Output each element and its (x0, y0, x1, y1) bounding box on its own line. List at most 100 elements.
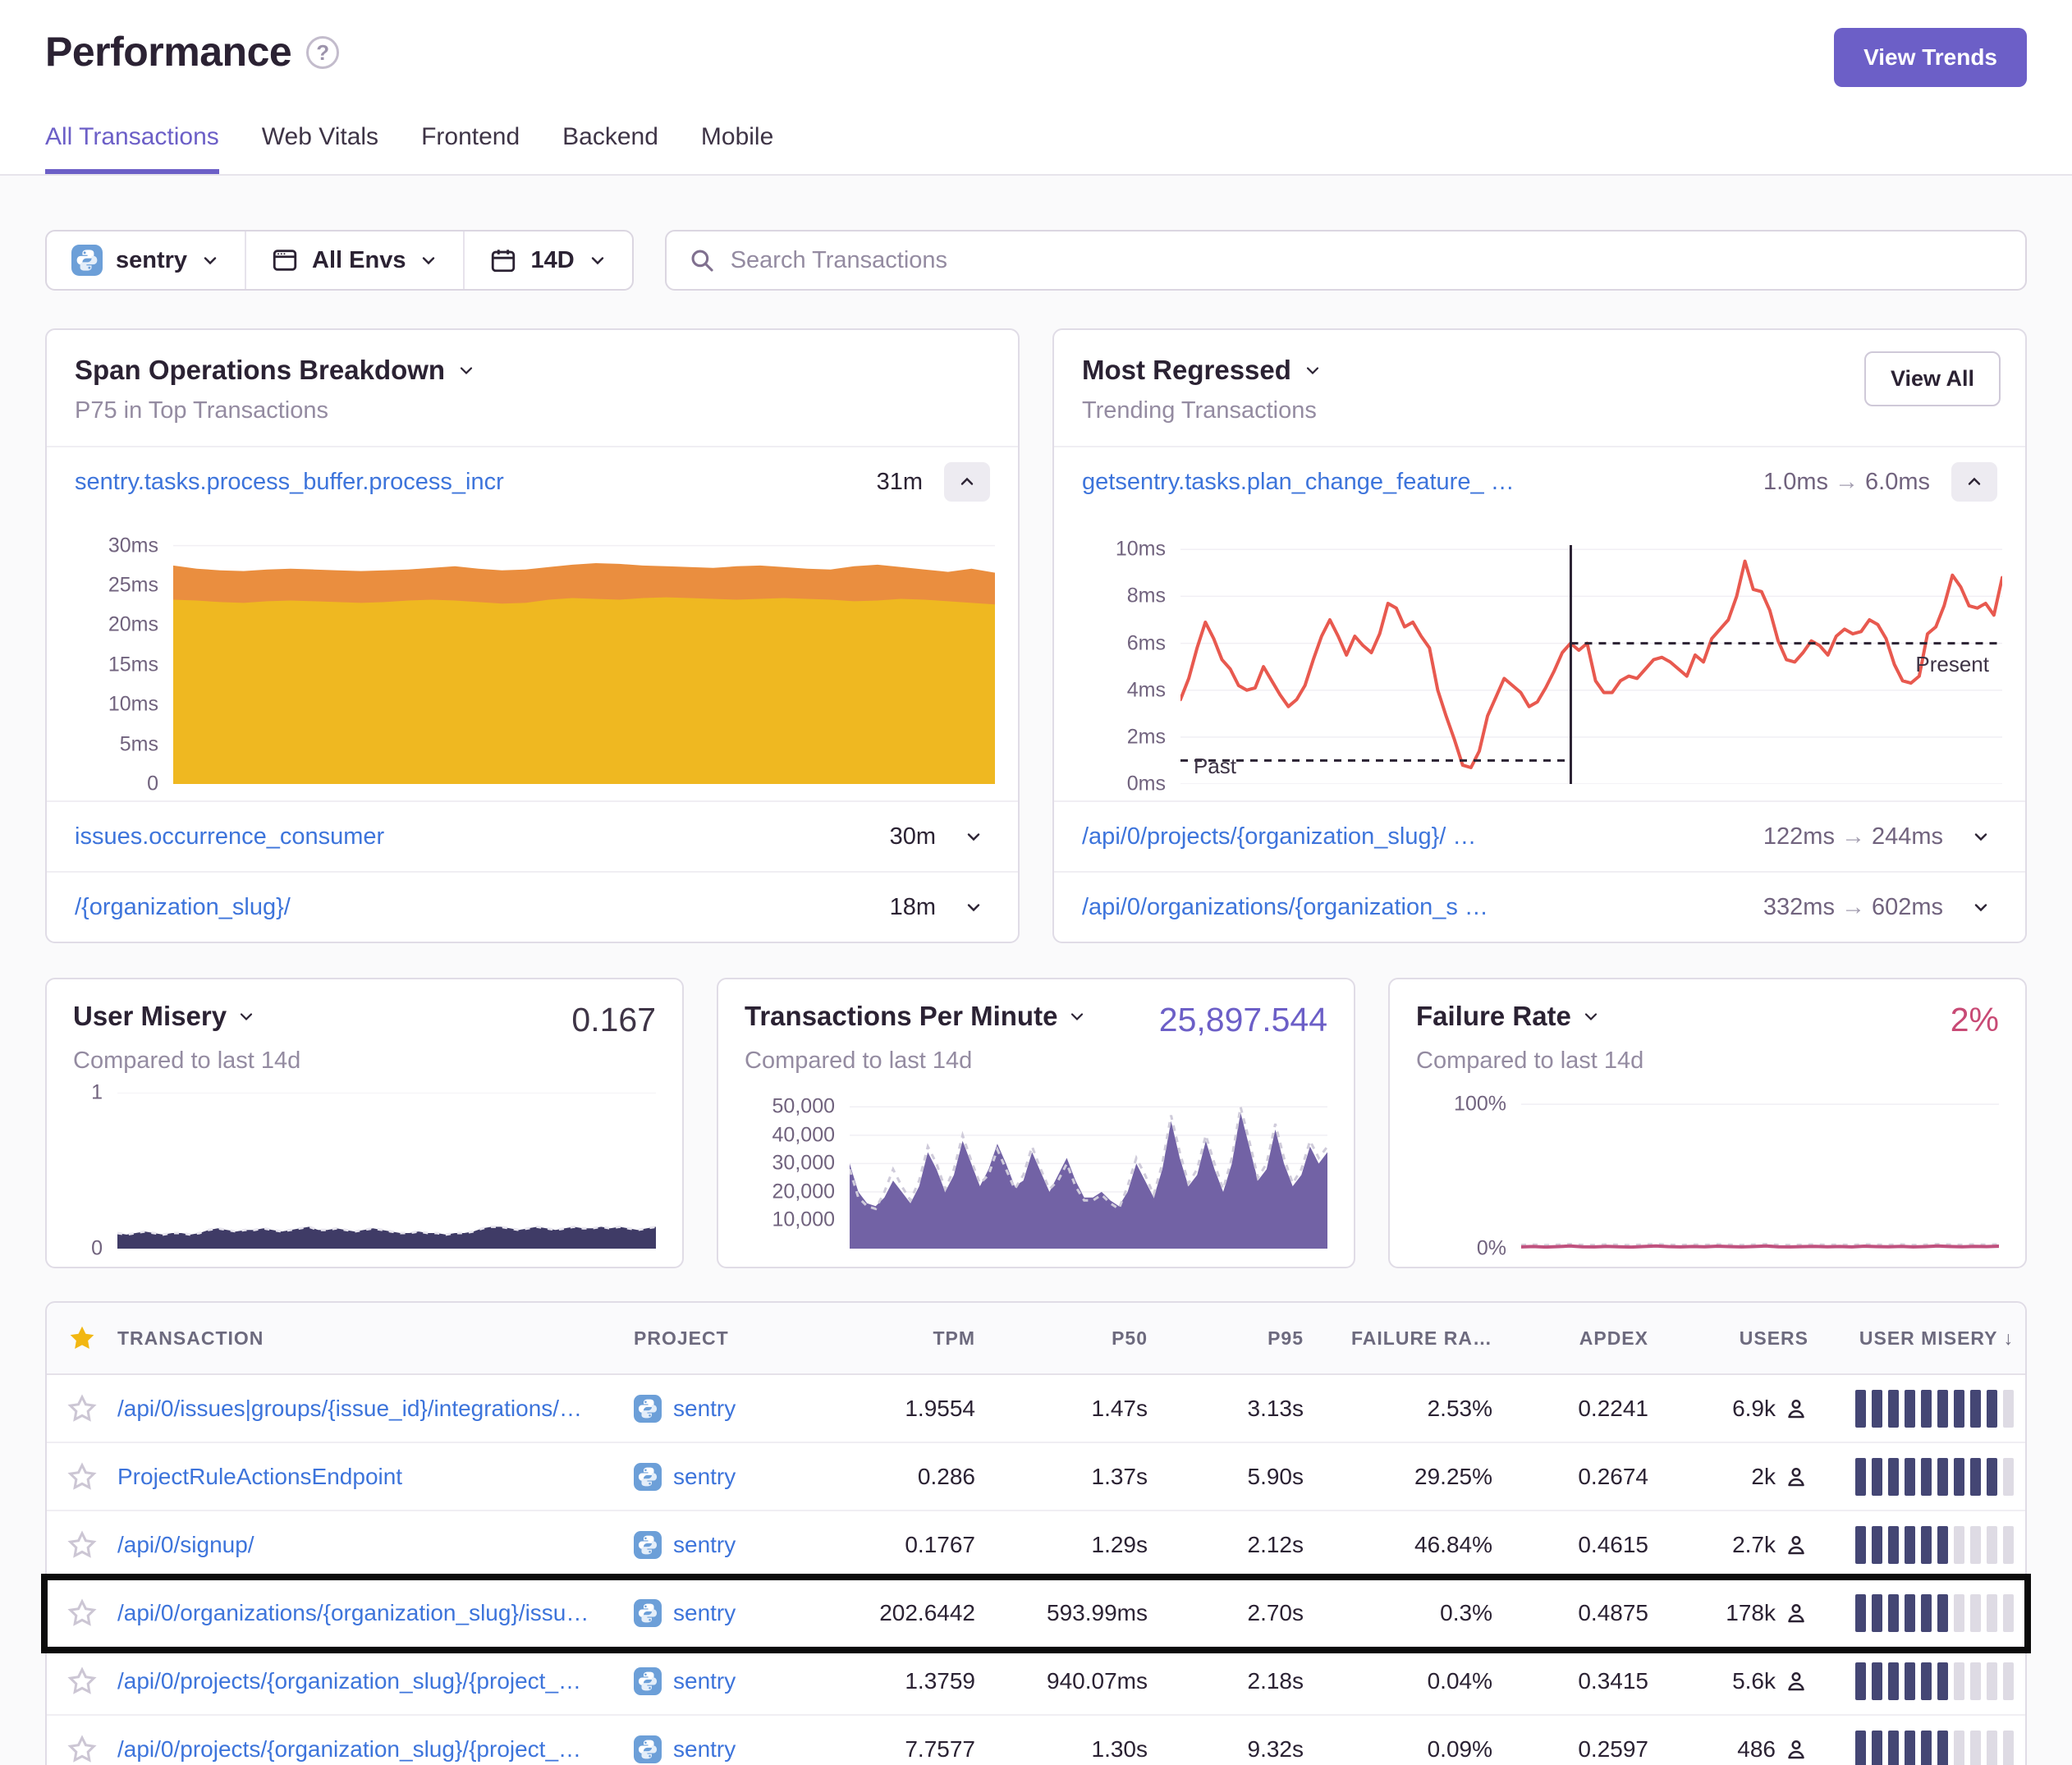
y-axis-labels: 10ms8ms6ms4ms2ms0ms (1059, 538, 1180, 784)
column-header-failure-rate[interactable]: FAILURE RA… (1315, 1327, 1504, 1350)
column-header-apdex[interactable]: APDEX (1504, 1327, 1660, 1350)
user-misery-area-chart[interactable] (117, 1093, 656, 1249)
project-filter[interactable]: sentry (47, 232, 245, 289)
table-row[interactable]: /api/0/projects/{organization_slug}/{pro… (47, 1648, 2025, 1716)
apdex-cell: 0.2241 (1504, 1396, 1660, 1422)
transaction-link[interactable]: /api/0/issues|groups/{issue_id}/integrat… (117, 1396, 582, 1421)
span-op-duration: 30m (890, 823, 936, 850)
y-axis-tick: 10ms (1116, 538, 1166, 562)
most-regressed-title-dropdown[interactable]: Most Regressed (1082, 355, 1997, 386)
regression-chart-area: 10ms8ms6ms4ms2ms0ms PastPresent (1054, 516, 2025, 800)
help-icon[interactable]: ? (306, 36, 339, 69)
span-op-link[interactable]: sentry.tasks.process_buffer.process_incr (75, 469, 857, 496)
favorite-star-icon[interactable] (67, 1462, 97, 1492)
table-row[interactable]: /api/0/signup/ sentry 0.1767 1.29s 2.12s… (47, 1511, 2025, 1579)
favorite-star-icon[interactable] (67, 1394, 97, 1423)
transaction-link[interactable]: /api/0/signup/ (117, 1532, 254, 1557)
tab-frontend[interactable]: Frontend (421, 123, 520, 174)
failure-rate-value: 2% (1951, 1001, 1999, 1039)
transaction-link[interactable]: /api/0/organizations/{organization_slug}… (117, 1600, 589, 1625)
project-link[interactable]: sentry (673, 1464, 736, 1490)
user-icon (1784, 1396, 1808, 1421)
user-icon (1784, 1601, 1808, 1625)
column-header-p95[interactable]: P95 (1159, 1327, 1315, 1350)
users-cell: 2k (1660, 1464, 1820, 1490)
transaction-link[interactable]: ProjectRuleActionsEndpoint (117, 1464, 402, 1489)
failure-rate-cell: 0.09% (1315, 1736, 1504, 1763)
present-label: Present (1915, 652, 1989, 677)
collapse-button[interactable] (1951, 462, 1997, 502)
collapse-button[interactable] (944, 462, 990, 502)
project-link[interactable]: sentry (673, 1396, 736, 1422)
user-misery-meter (1820, 1731, 2025, 1765)
tab-mobile[interactable]: Mobile (701, 123, 773, 174)
user-misery-title-dropdown[interactable]: User Misery (73, 1001, 256, 1032)
span-op-link[interactable]: /{organization_slug}/ (75, 894, 870, 921)
tpm-area-chart[interactable] (850, 1093, 1327, 1249)
date-range-filter[interactable]: 14D (463, 232, 631, 289)
regression-line-chart[interactable]: PastPresent (1180, 538, 2002, 784)
view-all-button[interactable]: View All (1864, 351, 2001, 406)
tab-backend[interactable]: Backend (562, 123, 658, 174)
favorites-star-icon[interactable] (67, 1323, 97, 1353)
expand-button[interactable] (1964, 827, 1997, 846)
column-header-users[interactable]: USERS (1660, 1327, 1820, 1350)
favorite-star-icon[interactable] (67, 1530, 97, 1560)
regressed-item: getsentry.tasks.plan_change_feature_ … 1… (1054, 447, 2025, 516)
environment-filter[interactable]: All Envs (245, 232, 463, 289)
chevron-up-icon (1964, 472, 1984, 492)
view-trends-button[interactable]: View Trends (1834, 28, 2027, 87)
y-axis-tick: 10,000 (772, 1208, 835, 1232)
project-link[interactable]: sentry (673, 1532, 736, 1558)
regressed-transaction-link[interactable]: /api/0/projects/{organization_slug}/ … (1082, 823, 1744, 850)
chevron-down-icon (588, 250, 607, 270)
regressed-transaction-link[interactable]: /api/0/organizations/{organization_s … (1082, 894, 1744, 921)
users-count: 6.9k (1732, 1396, 1776, 1422)
column-header-tpm[interactable]: TPM (823, 1327, 987, 1350)
tab-all-transactions[interactable]: All Transactions (45, 123, 219, 174)
column-header-transaction[interactable]: TRANSACTION (117, 1327, 634, 1350)
failure-rate-title-dropdown[interactable]: Failure Rate (1416, 1001, 1601, 1032)
y-axis-tick: 6ms (1127, 631, 1166, 655)
table-row[interactable]: /api/0/projects/{organization_slug}/{pro… (47, 1716, 2025, 1765)
table-row[interactable]: ProjectRuleActionsEndpoint sentry 0.286 … (47, 1443, 2025, 1511)
search-input[interactable] (731, 247, 2004, 274)
span-operations-title-dropdown[interactable]: Span Operations Breakdown (75, 355, 990, 386)
search-transactions-box[interactable] (665, 230, 2027, 291)
chevron-down-icon (964, 897, 983, 917)
project-link[interactable]: sentry (673, 1668, 736, 1694)
expand-button[interactable] (957, 827, 990, 846)
y-axis-tick: 0 (91, 1237, 103, 1261)
tab-web-vitals[interactable]: Web Vitals (262, 123, 378, 174)
favorite-star-icon[interactable] (67, 1598, 97, 1628)
column-header-user-misery[interactable]: USER MISERY ↓ (1820, 1327, 2025, 1350)
stacked-area-chart[interactable] (173, 538, 995, 784)
favorite-star-icon[interactable] (67, 1735, 97, 1764)
y-axis-tick: 20,000 (772, 1180, 835, 1203)
transaction-link[interactable]: /api/0/projects/{organization_slug}/{pro… (117, 1736, 581, 1762)
failure-rate-cell: 2.53% (1315, 1396, 1504, 1422)
tpm-title-dropdown[interactable]: Transactions Per Minute (745, 1001, 1087, 1032)
table-row[interactable]: /api/0/organizations/{organization_slug}… (47, 1579, 2025, 1648)
favorite-star-icon[interactable] (67, 1666, 97, 1696)
tpm-card: Transactions Per Minute 25,897.544 Compa… (717, 978, 1355, 1268)
regressed-transaction-link[interactable]: getsentry.tasks.plan_change_feature_ … (1082, 469, 1744, 496)
y-axis-tick: 5ms (120, 732, 158, 756)
p50-cell: 1.47s (987, 1396, 1159, 1422)
p50-cell: 940.07ms (987, 1668, 1159, 1694)
column-header-p50[interactable]: P50 (987, 1327, 1159, 1350)
table-row[interactable]: /api/0/issues|groups/{issue_id}/integrat… (47, 1375, 2025, 1443)
user-misery-meter (1820, 1594, 2025, 1632)
failure-rate-line-chart[interactable] (1521, 1093, 1999, 1249)
expand-button[interactable] (957, 897, 990, 917)
trend-arrow-icon: → (1835, 823, 1872, 850)
y-axis-tick: 1 (91, 1081, 103, 1105)
y-axis-labels: 10 (73, 1093, 117, 1249)
column-header-project[interactable]: PROJECT (634, 1327, 823, 1350)
project-link[interactable]: sentry (673, 1600, 736, 1626)
chevron-down-icon (964, 827, 983, 846)
span-op-link[interactable]: issues.occurrence_consumer (75, 823, 870, 850)
expand-button[interactable] (1964, 897, 1997, 917)
transaction-link[interactable]: /api/0/projects/{organization_slug}/{pro… (117, 1668, 581, 1694)
project-link[interactable]: sentry (673, 1736, 736, 1763)
